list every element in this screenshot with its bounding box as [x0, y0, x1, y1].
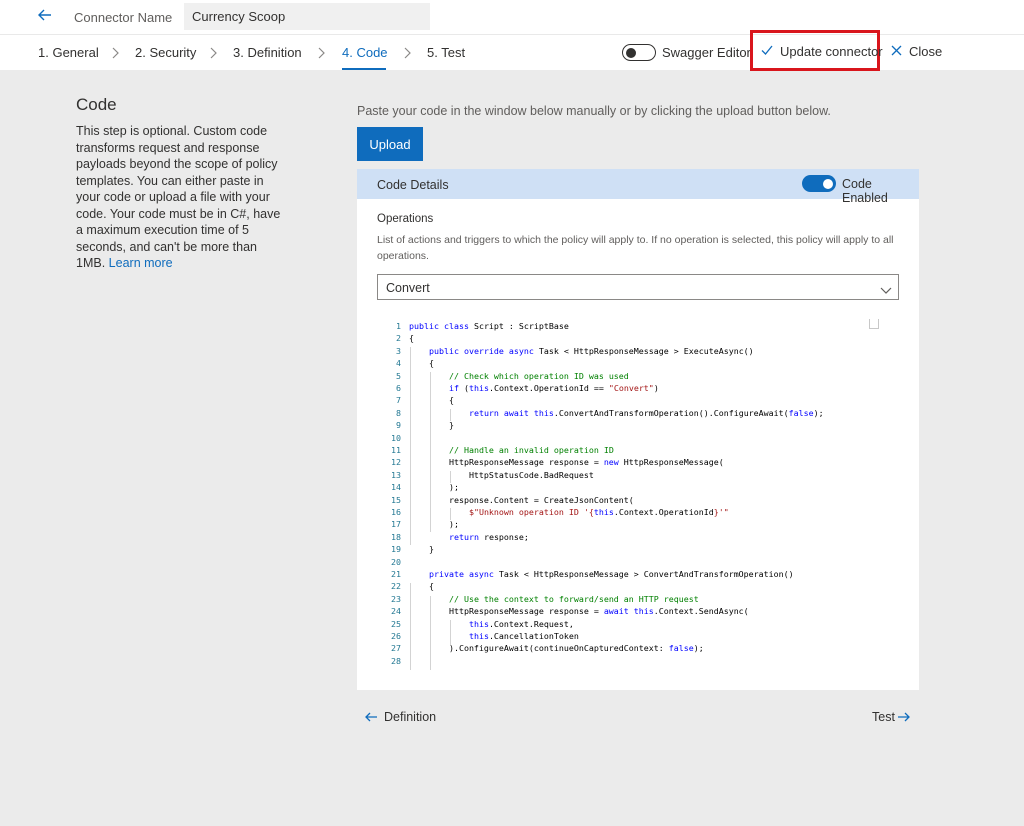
code-text: } [409, 544, 434, 555]
tab-definition[interactable]: 3. Definition [233, 45, 302, 60]
chevron-right-icon [316, 46, 326, 59]
connector-name-label: Connector Name [74, 10, 173, 25]
code-text: // Check which operation ID was used [448, 370, 629, 381]
update-connector-button[interactable]: Update connector [780, 44, 883, 59]
toggle-knob [626, 47, 636, 58]
close-icon [890, 44, 903, 57]
code-text: this.CancellationToken [468, 631, 579, 641]
active-tab-indicator [342, 68, 386, 70]
code-text: ).ConfigureAwait(continueOnCapturedConte… [409, 643, 704, 654]
previous-step-definition[interactable]: Definition [384, 710, 436, 724]
operations-dropdown[interactable]: Convert [377, 274, 899, 300]
code-enabled-label: Code Enabled [842, 177, 888, 205]
line-number: 19 [391, 544, 401, 555]
step-description: This step is optional. Custom code trans… [76, 123, 281, 272]
line-number: 17 [391, 519, 401, 530]
line-number: 12 [391, 457, 401, 468]
line-number: 8 [396, 407, 401, 418]
line-number: 13 [391, 469, 401, 480]
description-text: This step is optional. Custom code trans… [76, 124, 281, 270]
line-number: 10 [391, 432, 401, 443]
line-number: 18 [391, 531, 401, 542]
code-text: } [409, 420, 454, 431]
code-text: private async Task < HttpResponseMessage… [428, 569, 794, 579]
tab-code[interactable]: 4. Code [342, 45, 388, 60]
line-number: 24 [391, 606, 401, 617]
line-number: 23 [391, 593, 401, 604]
code-text: public class Script : ScriptBase [409, 321, 569, 331]
chevron-right-icon [402, 46, 412, 59]
top-bar: Connector Name [0, 0, 1024, 34]
line-number: 2 [396, 333, 401, 344]
code-text: HttpStatusCode.BadRequest [409, 469, 594, 480]
upload-instruction: Paste your code in the window below manu… [357, 104, 831, 118]
arrow-right-icon [897, 710, 911, 724]
code-text: { [409, 333, 414, 344]
back-arrow-icon[interactable] [36, 6, 54, 24]
line-number: 14 [391, 482, 401, 493]
chevron-right-icon [208, 46, 218, 59]
arrow-left-icon [364, 710, 378, 724]
code-text: HttpResponseMessage response = new HttpR… [409, 457, 724, 468]
chevron-down-icon [880, 282, 892, 294]
line-number: 3 [396, 345, 401, 356]
code-text: // Use the context to forward/send an HT… [448, 593, 699, 604]
panel-header: Code Details Code Enabled [357, 169, 919, 205]
line-number: 7 [396, 395, 401, 406]
code-enabled-toggle[interactable] [802, 175, 836, 192]
line-number: 26 [391, 631, 401, 641]
learn-more-link[interactable]: Learn more [109, 256, 173, 270]
line-number: 27 [391, 643, 401, 654]
line-number: 25 [391, 618, 401, 629]
line-number: 29 [377, 667, 401, 670]
tab-security[interactable]: 2. Security [135, 45, 196, 60]
checkmark-icon [760, 43, 774, 57]
line-number: 16 [391, 507, 401, 517]
code-text: $"Unknown operation ID '{this.Context.Op… [468, 507, 729, 517]
operations-selected-value: Convert [386, 281, 430, 295]
tab-test[interactable]: 5. Test [427, 45, 465, 60]
line-number: 22 [391, 581, 401, 592]
code-text: public override async Task < HttpRespons… [428, 345, 754, 356]
code-text: { [409, 358, 434, 369]
swagger-editor-label: Swagger Editor [662, 45, 751, 60]
code-details-panel: Code Details Code Enabled Operations Lis… [357, 169, 919, 690]
operations-title: Operations [377, 213, 434, 225]
code-text: return await this.ConvertAndTransformOpe… [468, 407, 824, 418]
line-number: 5 [396, 370, 401, 381]
code-text: // Do the transformation if the response… [409, 667, 724, 670]
upload-button[interactable]: Upload [357, 127, 423, 161]
code-text: { [409, 395, 454, 406]
line-number: 9 [396, 420, 401, 431]
connector-name-input[interactable] [184, 3, 430, 30]
line-number: 28 [391, 655, 401, 666]
line-number: 11 [391, 445, 401, 455]
code-text: return response; [448, 531, 529, 542]
close-button[interactable]: Close [909, 44, 942, 59]
code-text: response.Content = CreateJsonContent( [409, 494, 634, 505]
page-title: Code [76, 95, 117, 114]
next-step-test[interactable]: Test [872, 710, 895, 724]
line-number: 21 [391, 569, 401, 579]
line-number: 20 [391, 556, 401, 567]
tab-general[interactable]: 1. General [38, 45, 99, 60]
code-text: HttpResponseMessage response = await thi… [409, 606, 749, 617]
line-number: 15 [391, 494, 401, 505]
code-text: ); [409, 482, 459, 493]
line-number: 1 [396, 321, 401, 331]
line-number: 6 [396, 383, 401, 393]
panel-title: Code Details [377, 178, 449, 192]
code-text: this.Context.Request, [468, 618, 574, 629]
swagger-editor-toggle[interactable] [622, 44, 656, 61]
operations-description: List of actions and triggers to which th… [377, 234, 894, 262]
code-text: ); [409, 519, 459, 530]
code-editor[interactable]: 1 public class Script : ScriptBase 2 {3 pub… [377, 317, 899, 670]
code-text: { [409, 581, 434, 592]
chevron-right-icon [110, 46, 120, 59]
toggle-knob [823, 178, 833, 189]
code-text: // Handle an invalid operation ID [448, 445, 614, 455]
editor-scroll-marker[interactable] [869, 319, 879, 329]
line-number: 4 [396, 358, 401, 369]
code-text: if (this.Context.OperationId == "Convert… [448, 383, 659, 393]
